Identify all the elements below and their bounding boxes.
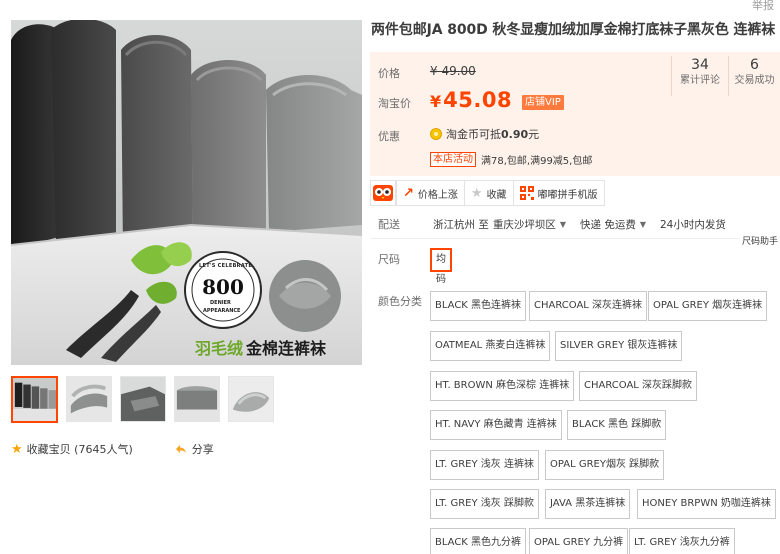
- product-title: 两件包邮JA 800D 秋冬显瘦加绒加厚金棉打底袜子黑灰色 连裤袜: [371, 22, 776, 38]
- badge-mid-text: DENIER: [210, 300, 231, 306]
- star-icon: ★: [11, 441, 23, 457]
- dispatch-time: 24小时内发货: [660, 217, 726, 232]
- favorite-item-button[interactable]: ★ 收藏宝贝 (7645人气): [11, 441, 133, 457]
- color-option[interactable]: LT. GREY 浅灰九分裤: [629, 528, 735, 554]
- share-button[interactable]: 分享: [175, 441, 214, 457]
- divider: [370, 238, 740, 239]
- favorite-share-bar: ★ 收藏宝贝 (7645人气) 分享: [11, 441, 214, 457]
- ship-to-text: 重庆沙坪坝区: [492, 218, 556, 231]
- color-option[interactable]: OATMEAL 燕麦白连裤袜: [430, 331, 551, 361]
- store-promotion: 本店活动 满78,包邮,满99减5,包邮: [430, 152, 592, 167]
- ship-from: 浙江杭州 至: [433, 217, 489, 232]
- thumbnail[interactable]: [11, 376, 58, 423]
- color-option[interactable]: LT. GREY 浅灰 踩脚款: [430, 489, 539, 519]
- ship-to-select[interactable]: 重庆沙坪坝区 ▼: [493, 217, 566, 232]
- star-outline-icon: ★: [470, 185, 483, 201]
- badge-top-text: LET'S CELEBRATE: [199, 263, 253, 269]
- color-option[interactable]: JAVA 黑茶连裤袜: [545, 489, 631, 519]
- collect-button[interactable]: ★ 收藏: [464, 180, 514, 206]
- collect-label: 收藏: [486, 189, 507, 201]
- promo-tag[interactable]: 本店活动: [430, 152, 476, 167]
- currency-symbol: ¥: [430, 92, 442, 111]
- color-option[interactable]: HONEY BRPWN 奶咖连裤袜: [637, 489, 776, 519]
- current-price-value: 45.08: [443, 88, 513, 112]
- owl-icon[interactable]: [370, 180, 396, 206]
- original-price: ¥ 49.00: [430, 64, 476, 78]
- price-alert-button[interactable]: ↗ 价格上涨: [396, 180, 465, 206]
- shipping-method-select[interactable]: 快递 免运费 ▼: [580, 217, 646, 232]
- thumbnail[interactable]: [228, 376, 274, 422]
- stat-label: 交易成功: [734, 75, 775, 86]
- thumbnail[interactable]: [120, 376, 166, 422]
- color-option[interactable]: CHARCOAL 深灰踩脚款: [579, 371, 698, 401]
- favorite-label: 收藏宝贝 (7645人气): [26, 443, 133, 456]
- coin-amount: 0.90: [501, 127, 529, 141]
- mobile-version-label: 嘟嘟拼手机版: [537, 189, 598, 201]
- color-label: 颜色分类: [378, 295, 422, 308]
- caret-down-icon: ▼: [639, 219, 646, 229]
- color-option[interactable]: SILVER GREY 银灰连裤袜: [555, 331, 683, 361]
- vip-badge[interactable]: 店铺VIP: [522, 95, 564, 110]
- discount-label: 优惠: [378, 130, 400, 143]
- price-panel: 价格 ¥ 49.00 淘宝价 ¥ 45.08 店铺VIP 34 累计评论 6 交…: [370, 52, 780, 176]
- stat-label: 累计评论: [680, 75, 720, 86]
- main-image-caption: 羽毛绒 金棉连裤袜: [195, 335, 326, 359]
- color-option[interactable]: OPAL GREY 九分裤: [529, 528, 629, 554]
- caption-green: 羽毛绒: [195, 339, 244, 358]
- mobile-version-button[interactable]: 嘟嘟拼手机版: [513, 180, 605, 206]
- size-helper-link[interactable]: 尺码助手: [742, 234, 778, 247]
- badge-bottom-text: APPEARANCE: [203, 308, 241, 314]
- color-option[interactable]: BLACK 黑色 踩脚款: [567, 410, 667, 440]
- coin-text-prefix: 淘金币可抵: [446, 128, 501, 141]
- size-label: 尺码: [378, 253, 400, 266]
- taobao-price-label: 淘宝价: [378, 97, 411, 110]
- stat-value: 6: [750, 57, 759, 73]
- color-option[interactable]: LT. GREY 浅灰 连裤袜: [430, 450, 539, 480]
- price-label: 价格: [378, 67, 400, 80]
- main-product-image[interactable]: LET'S CELEBRATE 800 DENIER APPEARANCE 羽毛…: [11, 20, 362, 365]
- badge-number-text: 800: [202, 275, 244, 299]
- color-option[interactable]: BLACK 黑色九分裤: [430, 528, 527, 554]
- color-option[interactable]: HT. BROWN 麻色深棕 连裤袜: [430, 371, 575, 401]
- size-option-selected[interactable]: 均码: [430, 248, 452, 285]
- delivery-label: 配送: [378, 218, 400, 231]
- action-bar: ↗ 价格上涨 ★ 收藏 嘟嘟拼手机版: [370, 179, 605, 207]
- color-option[interactable]: CHARCOAL 深灰连裤袜: [529, 291, 648, 321]
- color-option[interactable]: OPAL GREY烟灰 踩脚款: [545, 450, 665, 480]
- current-price: ¥ 45.08: [430, 88, 512, 112]
- share-icon: [175, 445, 186, 453]
- share-label: 分享: [191, 443, 214, 456]
- qr-code-icon: [519, 186, 534, 200]
- caption-black: 金棉连裤袜: [246, 339, 327, 358]
- coin-icon: [430, 128, 442, 140]
- taobao-coin-offer: 淘金币可抵 0.90 元: [430, 126, 539, 142]
- shipping-method-text: 快递 免运费: [580, 218, 636, 231]
- report-link[interactable]: 举报: [752, 0, 774, 13]
- stat-transactions[interactable]: 6 交易成功: [728, 56, 780, 96]
- color-option[interactable]: HT. NAVY 麻色藏青 连裤袜: [430, 410, 562, 440]
- stat-reviews[interactable]: 34 累计评论: [671, 56, 728, 96]
- thumbnail[interactable]: [174, 376, 220, 422]
- ship-from-text: 浙江杭州 至: [433, 218, 489, 231]
- promo-text: 满78,包邮,满99减5,包邮: [481, 156, 593, 167]
- thumbnail[interactable]: [66, 376, 112, 422]
- price-alert-label: 价格上涨: [417, 189, 458, 201]
- caret-down-icon: ▼: [559, 219, 566, 229]
- delivery-row: 配送 浙江杭州 至 重庆沙坪坝区 ▼ 快递 免运费 ▼ 24小时内发货: [378, 216, 740, 232]
- thumbnail-strip: [11, 376, 274, 423]
- color-option[interactable]: OPAL GREY 烟灰连裤袜: [648, 291, 768, 321]
- stat-value: 34: [691, 57, 709, 73]
- coin-text-suffix: 元: [528, 128, 540, 141]
- arrow-up-icon: ↗: [403, 185, 414, 201]
- color-option[interactable]: BLACK 黑色连裤袜: [430, 291, 527, 321]
- sales-stats: 34 累计评论 6 交易成功: [671, 56, 780, 96]
- dispatch-text: 24小时内发货: [660, 218, 726, 231]
